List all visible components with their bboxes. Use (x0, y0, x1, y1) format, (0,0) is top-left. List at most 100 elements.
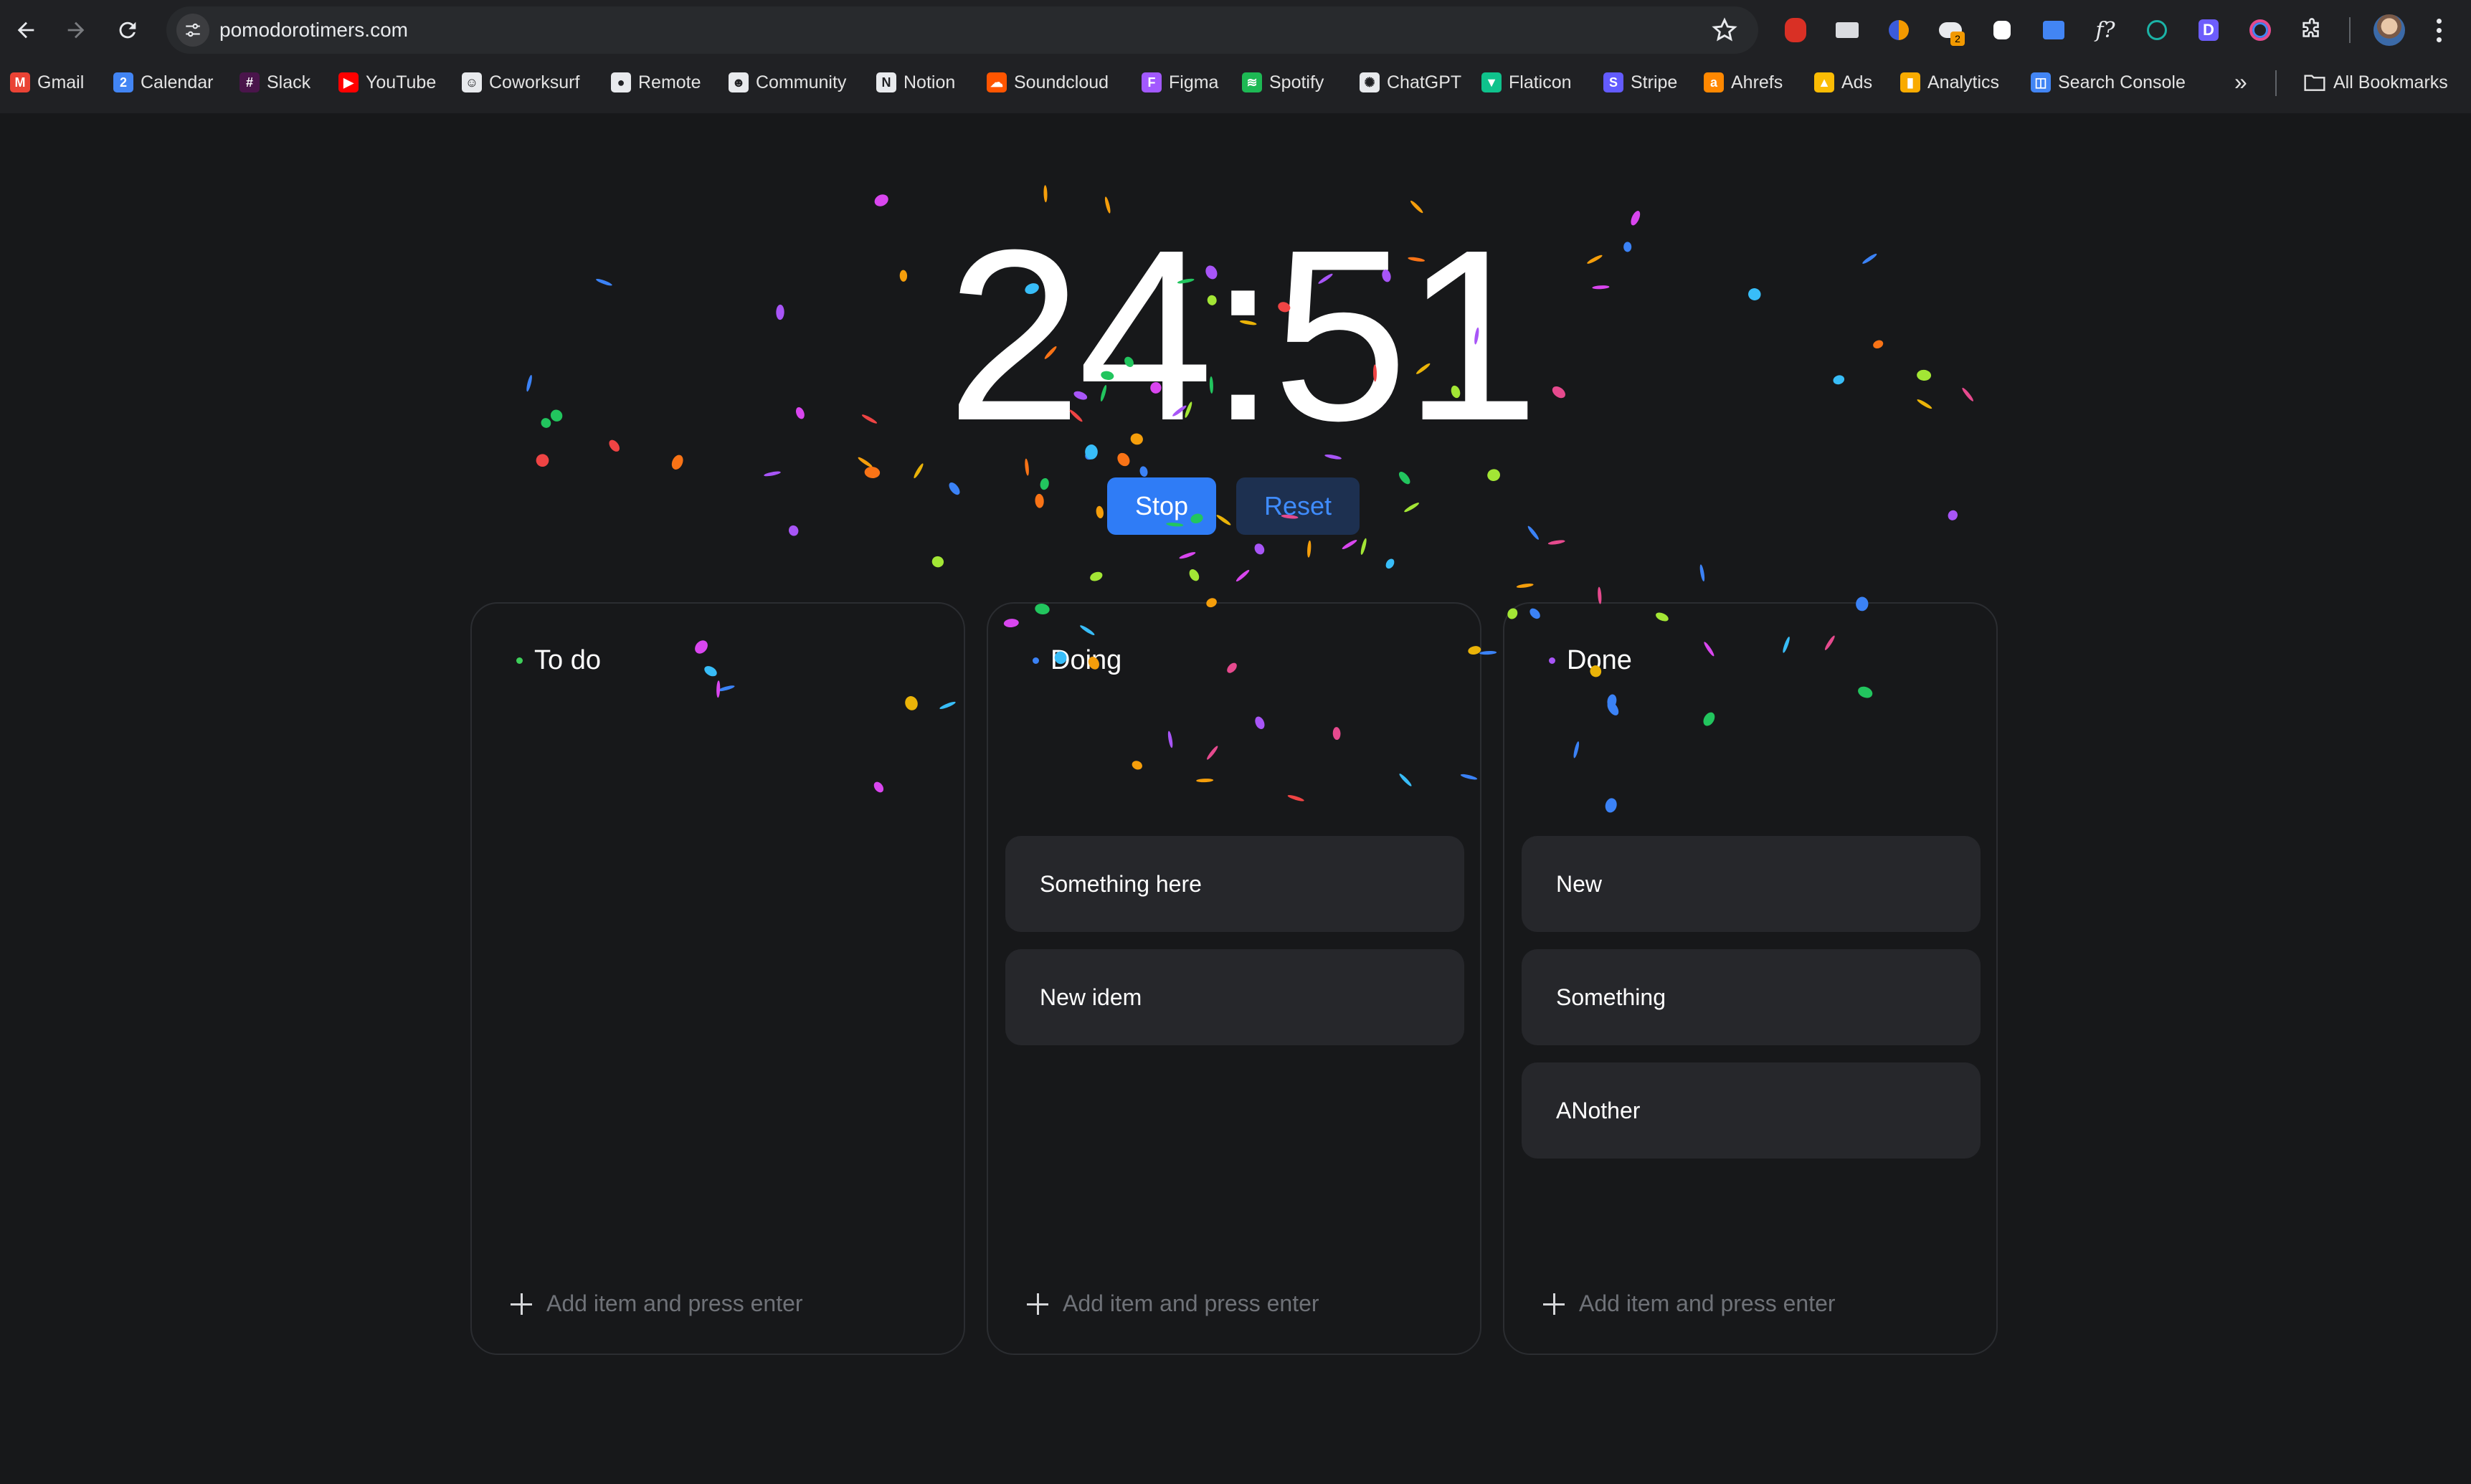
bookmark-calendar[interactable]: 2 Calendar (113, 66, 213, 99)
bookmark-label: YouTube (366, 72, 437, 92)
browser-toolbar: pomodorotimers.com 2 f? D (0, 0, 2471, 60)
confetti-piece (1189, 569, 1200, 581)
reset-button[interactable]: Reset (1236, 477, 1360, 535)
bookmark-label: Gmail (37, 72, 85, 92)
task-card[interactable]: Something (1522, 949, 1981, 1045)
confetti-piece (1254, 543, 1265, 555)
confetti-piece (536, 454, 549, 467)
confetti-piece (949, 482, 960, 495)
confetti-piece (596, 278, 612, 286)
coworksurf-icon: ☺ (462, 72, 482, 92)
add-item-input[interactable] (546, 1290, 848, 1317)
confetti-piece (1873, 340, 1884, 349)
bookmark-soundcloud[interactable]: ☁ Soundcloud (987, 66, 1109, 99)
bookmark-flaticon[interactable]: ▼ Flaticon (1481, 66, 1572, 99)
task-card[interactable]: Something here (1005, 836, 1464, 932)
bookmark-coworksurf[interactable]: ☺ Coworksurf (462, 66, 579, 99)
more-bookmarks-icon[interactable]: » (2234, 67, 2247, 96)
add-item-row[interactable] (509, 1290, 848, 1317)
calendar-icon: 2 (113, 72, 133, 92)
reload-icon[interactable] (112, 14, 143, 46)
confetti-piece (776, 304, 784, 320)
confetti-piece (1587, 255, 1603, 264)
confetti-piece (1948, 510, 1958, 520)
url-text[interactable]: pomodorotimers.com (219, 6, 408, 54)
extension-card-icon[interactable] (1831, 14, 1863, 46)
bookmark-remote[interactable]: ● Remote (611, 66, 701, 99)
bookmark-chatgpt[interactable]: ✺ ChatGPT (1360, 66, 1461, 99)
address-bar[interactable]: pomodorotimers.com (166, 6, 1758, 54)
all-bookmarks-button[interactable]: All Bookmarks (2303, 66, 2448, 99)
bookmark-label: Soundcloud (1014, 72, 1109, 92)
bookmark-figma[interactable]: F Figma (1142, 66, 1218, 99)
bookmark-slack[interactable]: # Slack (239, 66, 310, 99)
confetti-piece (1342, 539, 1357, 550)
bookmark-label: Remote (638, 72, 701, 92)
extension-adblock-icon[interactable] (1780, 14, 1811, 46)
column-title: Done (1567, 645, 1632, 675)
folder-icon (2304, 75, 2325, 91)
confetti-piece (671, 455, 683, 470)
confetti-piece (914, 463, 924, 479)
extension-circle-icon[interactable] (2244, 14, 2276, 46)
confetti-piece (1385, 558, 1395, 569)
figma-icon: F (1142, 72, 1162, 92)
extension-react-icon[interactable] (2141, 14, 2173, 46)
add-item-input[interactable] (1063, 1290, 1364, 1317)
stripe-icon: S (1603, 72, 1623, 92)
plus-icon[interactable] (509, 1292, 533, 1316)
column-title: To do (534, 645, 601, 675)
bookmark-search-console[interactable]: ◫ Search Console (2031, 66, 2186, 99)
gmail-icon: M (10, 72, 30, 92)
confetti-piece (764, 471, 781, 477)
profile-avatar[interactable] (2373, 14, 2405, 46)
task-card[interactable]: ANother (1522, 1062, 1981, 1159)
extension-translate-icon[interactable] (2038, 14, 2069, 46)
bookmark-star-icon[interactable] (1711, 16, 1738, 44)
bookmark-label: ChatGPT (1387, 72, 1462, 92)
column-header: Doing (1033, 645, 1121, 676)
add-item-row[interactable] (1542, 1290, 1880, 1317)
bookmark-ahrefs[interactable]: a Ahrefs (1704, 66, 1783, 99)
confetti-piece (1179, 552, 1196, 559)
confetti-piece (1592, 285, 1610, 290)
column-header: Done (1549, 645, 1632, 676)
bookmark-ads[interactable]: ▲ Ads (1814, 66, 1872, 99)
plus-icon[interactable] (1025, 1292, 1050, 1316)
task-card[interactable]: New (1522, 836, 1981, 932)
browser-menu-icon[interactable] (2428, 14, 2449, 46)
confetti-piece (1631, 211, 1641, 226)
column-done: Done New Something ANother (1503, 602, 1998, 1355)
forward-icon[interactable] (60, 14, 92, 46)
confetti-piece (1090, 571, 1103, 581)
extension-apple-icon[interactable] (1986, 14, 2018, 46)
bookmark-notion[interactable]: N Notion (876, 66, 955, 99)
extension-cloud-icon[interactable]: 2 (1935, 14, 1966, 46)
bookmark-gmail[interactable]: M Gmail (10, 66, 84, 99)
extensions-puzzle-icon[interactable] (2296, 14, 2328, 46)
plus-icon[interactable] (1542, 1292, 1566, 1316)
bookmark-stripe[interactable]: S Stripe (1603, 66, 1677, 99)
extension-moon-icon[interactable] (1883, 14, 1915, 46)
site-settings-icon[interactable] (176, 14, 209, 47)
bookmark-label: Flaticon (1509, 72, 1572, 92)
confetti-piece (526, 374, 532, 392)
extension-d-icon[interactable]: D (2193, 14, 2224, 46)
stop-button[interactable]: Stop (1107, 477, 1216, 535)
bookmark-spotify[interactable]: ≋ Spotify (1242, 66, 1324, 99)
back-icon[interactable] (10, 14, 42, 46)
bookmark-youtube[interactable]: ▶ YouTube (338, 66, 436, 99)
extension-function-icon[interactable]: f? (2090, 14, 2121, 46)
confetti-piece (1096, 505, 1104, 518)
add-item-input[interactable] (1579, 1290, 1880, 1317)
bookmark-analytics[interactable]: ▮ Analytics (1900, 66, 1999, 99)
confetti-piece (864, 467, 881, 478)
bookmark-community[interactable]: ☻ Community (729, 66, 846, 99)
column-doing: Doing Something here New idem (987, 602, 1481, 1355)
add-item-row[interactable] (1025, 1290, 1364, 1317)
task-card[interactable]: New idem (1005, 949, 1464, 1045)
confetti-piece (1360, 538, 1367, 555)
bookmark-label: Notion (903, 72, 956, 92)
confetti-piece (1516, 584, 1534, 588)
confetti-piece (550, 409, 563, 422)
